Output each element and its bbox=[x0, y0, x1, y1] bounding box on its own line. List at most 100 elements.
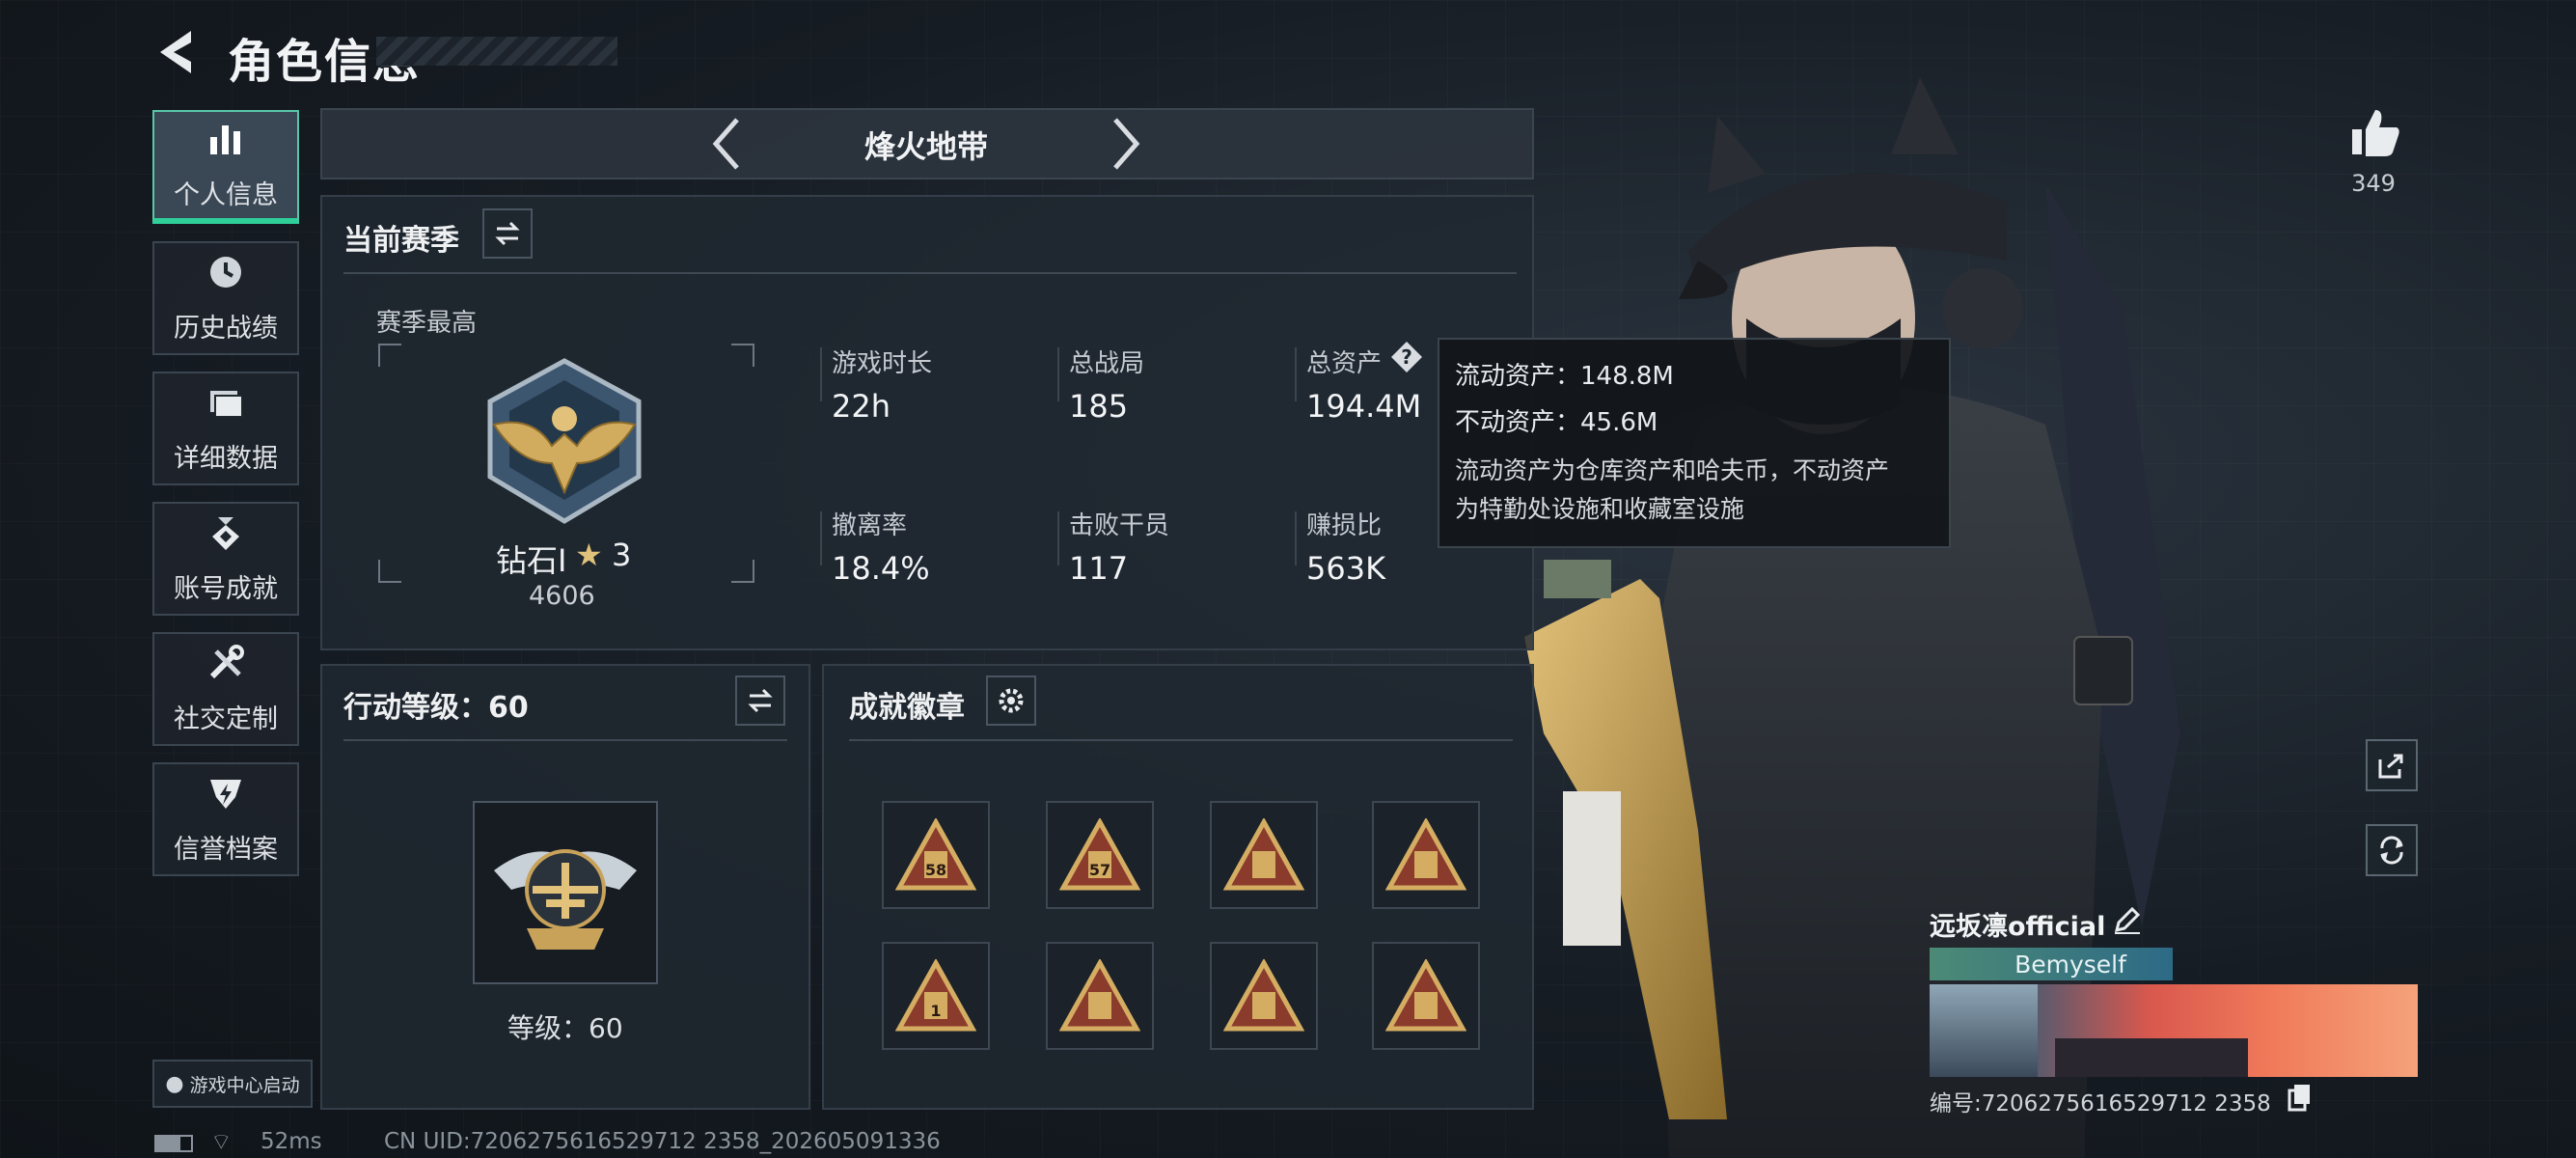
triangle-badge-icon bbox=[1059, 818, 1140, 891]
season-divider bbox=[343, 272, 1517, 274]
badge-number: 58 bbox=[924, 861, 947, 879]
stat-value: 22h bbox=[832, 388, 891, 425]
uid-text: CN UID:7206275616529712 2358_20260509133… bbox=[384, 1129, 941, 1154]
triangle-badge-icon bbox=[1385, 818, 1466, 891]
triangle-badge-icon bbox=[895, 959, 976, 1032]
tools-icon bbox=[206, 644, 245, 694]
stat-label: 总战局 bbox=[1069, 349, 1145, 378]
badge-number: 57 bbox=[1088, 861, 1111, 879]
tooltip-liquid: 流动资产：148.8M bbox=[1455, 362, 1674, 391]
nav-social[interactable]: 社交定制 bbox=[152, 632, 299, 746]
frame-corner bbox=[731, 344, 754, 367]
nav-label: 账号成就 bbox=[174, 573, 278, 604]
shield-bolt-icon bbox=[206, 774, 245, 824]
stat-label: 撤离率 bbox=[832, 511, 908, 540]
gear-icon bbox=[999, 688, 1024, 713]
stat-label: 击败干员 bbox=[1069, 511, 1170, 540]
achievements-title: 成就徽章 bbox=[849, 691, 965, 725]
achievement-badge[interactable] bbox=[1210, 942, 1318, 1050]
battery-icon bbox=[154, 1135, 193, 1152]
tooltip-desc-1: 流动资产为仓库资产和哈夫币，不动资产 bbox=[1455, 456, 1890, 484]
achievement-badge[interactable] bbox=[1372, 942, 1480, 1050]
stat-label: 总资产 bbox=[1306, 349, 1383, 378]
achievement-badge[interactable] bbox=[1210, 801, 1318, 909]
triangle-badge-icon bbox=[1385, 959, 1466, 1032]
season-title: 当前赛季 bbox=[343, 224, 459, 258]
nav-achievements[interactable]: 账号成就 bbox=[152, 502, 299, 616]
level-text: 等级：60 bbox=[507, 1012, 623, 1044]
refresh-button[interactable] bbox=[2366, 824, 2418, 876]
rank-points: 4606 bbox=[529, 581, 595, 611]
qq-icon: ● bbox=[165, 1071, 184, 1096]
level-emblem-frame bbox=[473, 801, 658, 984]
achievements-divider bbox=[849, 739, 1513, 741]
mode-next-button[interactable] bbox=[1108, 114, 1146, 174]
frame-corner bbox=[378, 344, 401, 367]
stat-divider bbox=[820, 347, 822, 401]
stat-divider bbox=[1295, 347, 1297, 401]
back-button[interactable] bbox=[152, 25, 201, 79]
player-tag: Bemyself bbox=[2014, 950, 2126, 979]
mode-prev-button[interactable] bbox=[706, 114, 745, 174]
achievement-badge[interactable]: 1 bbox=[882, 942, 990, 1050]
achievement-badge[interactable]: 57 bbox=[1046, 801, 1154, 909]
nav-detailed-data[interactable]: 详细数据 bbox=[152, 372, 299, 485]
nav-label: 个人信息 bbox=[174, 179, 278, 210]
thumbs-up-icon bbox=[2352, 110, 2399, 156]
ping-value: 52ms bbox=[260, 1129, 322, 1154]
triangle-badge-icon bbox=[895, 818, 976, 891]
share-button[interactable] bbox=[2366, 739, 2418, 791]
triangle-badge-icon bbox=[1223, 818, 1304, 891]
achievement-badge[interactable] bbox=[1372, 801, 1480, 909]
player-id: 编号:7206275616529712 2358 bbox=[1930, 1091, 2271, 1117]
frame-corner bbox=[378, 560, 401, 583]
nav-reputation[interactable]: 信誉档案 bbox=[152, 762, 299, 876]
stat-divider bbox=[820, 511, 822, 565]
back-arrow-icon bbox=[160, 31, 191, 73]
banner-city-silhouette bbox=[2055, 1038, 2248, 1077]
clock-icon bbox=[206, 253, 245, 303]
asset-help-icon[interactable]: ? bbox=[1389, 340, 1424, 374]
chevron-left-icon bbox=[712, 118, 739, 170]
achievement-badge[interactable]: 58 bbox=[882, 801, 990, 909]
achievement-badge[interactable] bbox=[1046, 942, 1154, 1050]
nav-personal-info[interactable]: 个人信息 bbox=[152, 110, 299, 224]
frame-corner bbox=[731, 560, 754, 583]
svg-text:?: ? bbox=[1401, 345, 1412, 369]
medal-icon bbox=[206, 513, 245, 564]
stat-divider bbox=[1057, 347, 1059, 401]
swap-icon bbox=[495, 221, 520, 246]
nav-label: 详细数据 bbox=[174, 443, 278, 474]
game-center-button[interactable]: ● 游戏中心启动 bbox=[152, 1060, 313, 1108]
swap-icon bbox=[748, 688, 773, 713]
share-icon bbox=[2378, 754, 2403, 779]
like-count: 349 bbox=[2351, 170, 2396, 197]
achievements-settings-button[interactable] bbox=[986, 676, 1036, 726]
profile-banner-image bbox=[1930, 984, 2418, 1077]
stat-label: 游戏时长 bbox=[832, 349, 933, 378]
stat-value: 563K bbox=[1306, 550, 1386, 587]
tooltip-desc-2: 为特勤处设施和收藏室设施 bbox=[1455, 495, 1745, 523]
stat-value: 194.4M bbox=[1306, 388, 1422, 425]
nav-label: 信誉档案 bbox=[174, 834, 278, 865]
asset-tooltip: 流动资产：148.8M 不动资产：45.6M 流动资产为仓库资产和哈夫币，不动资… bbox=[1438, 338, 1951, 548]
bar-chart-icon bbox=[206, 120, 245, 170]
nav-label: 社交定制 bbox=[174, 703, 278, 734]
copy-icon bbox=[2288, 1085, 2310, 1112]
like-button[interactable] bbox=[2346, 104, 2404, 162]
game-center-label: 游戏中心启动 bbox=[189, 1074, 300, 1096]
action-level-divider bbox=[343, 739, 787, 741]
rank-emblem-icon bbox=[487, 358, 642, 524]
season-best-label: 赛季最高 bbox=[376, 309, 478, 338]
nav-history[interactable]: 历史战绩 bbox=[152, 241, 299, 355]
season-switch-button[interactable] bbox=[482, 208, 533, 259]
action-level-switch-button[interactable] bbox=[735, 676, 785, 726]
pencil-icon bbox=[2114, 906, 2141, 934]
stat-divider bbox=[1295, 511, 1297, 565]
tooltip-fixed: 不动资产：45.6M bbox=[1455, 408, 1658, 437]
rank-stars: 3 bbox=[612, 537, 632, 573]
triangle-badge-icon bbox=[1059, 959, 1140, 1032]
rank-name: 钻石I bbox=[496, 542, 567, 579]
edit-name-button[interactable] bbox=[2111, 903, 2144, 936]
copy-id-button[interactable] bbox=[2287, 1083, 2314, 1112]
